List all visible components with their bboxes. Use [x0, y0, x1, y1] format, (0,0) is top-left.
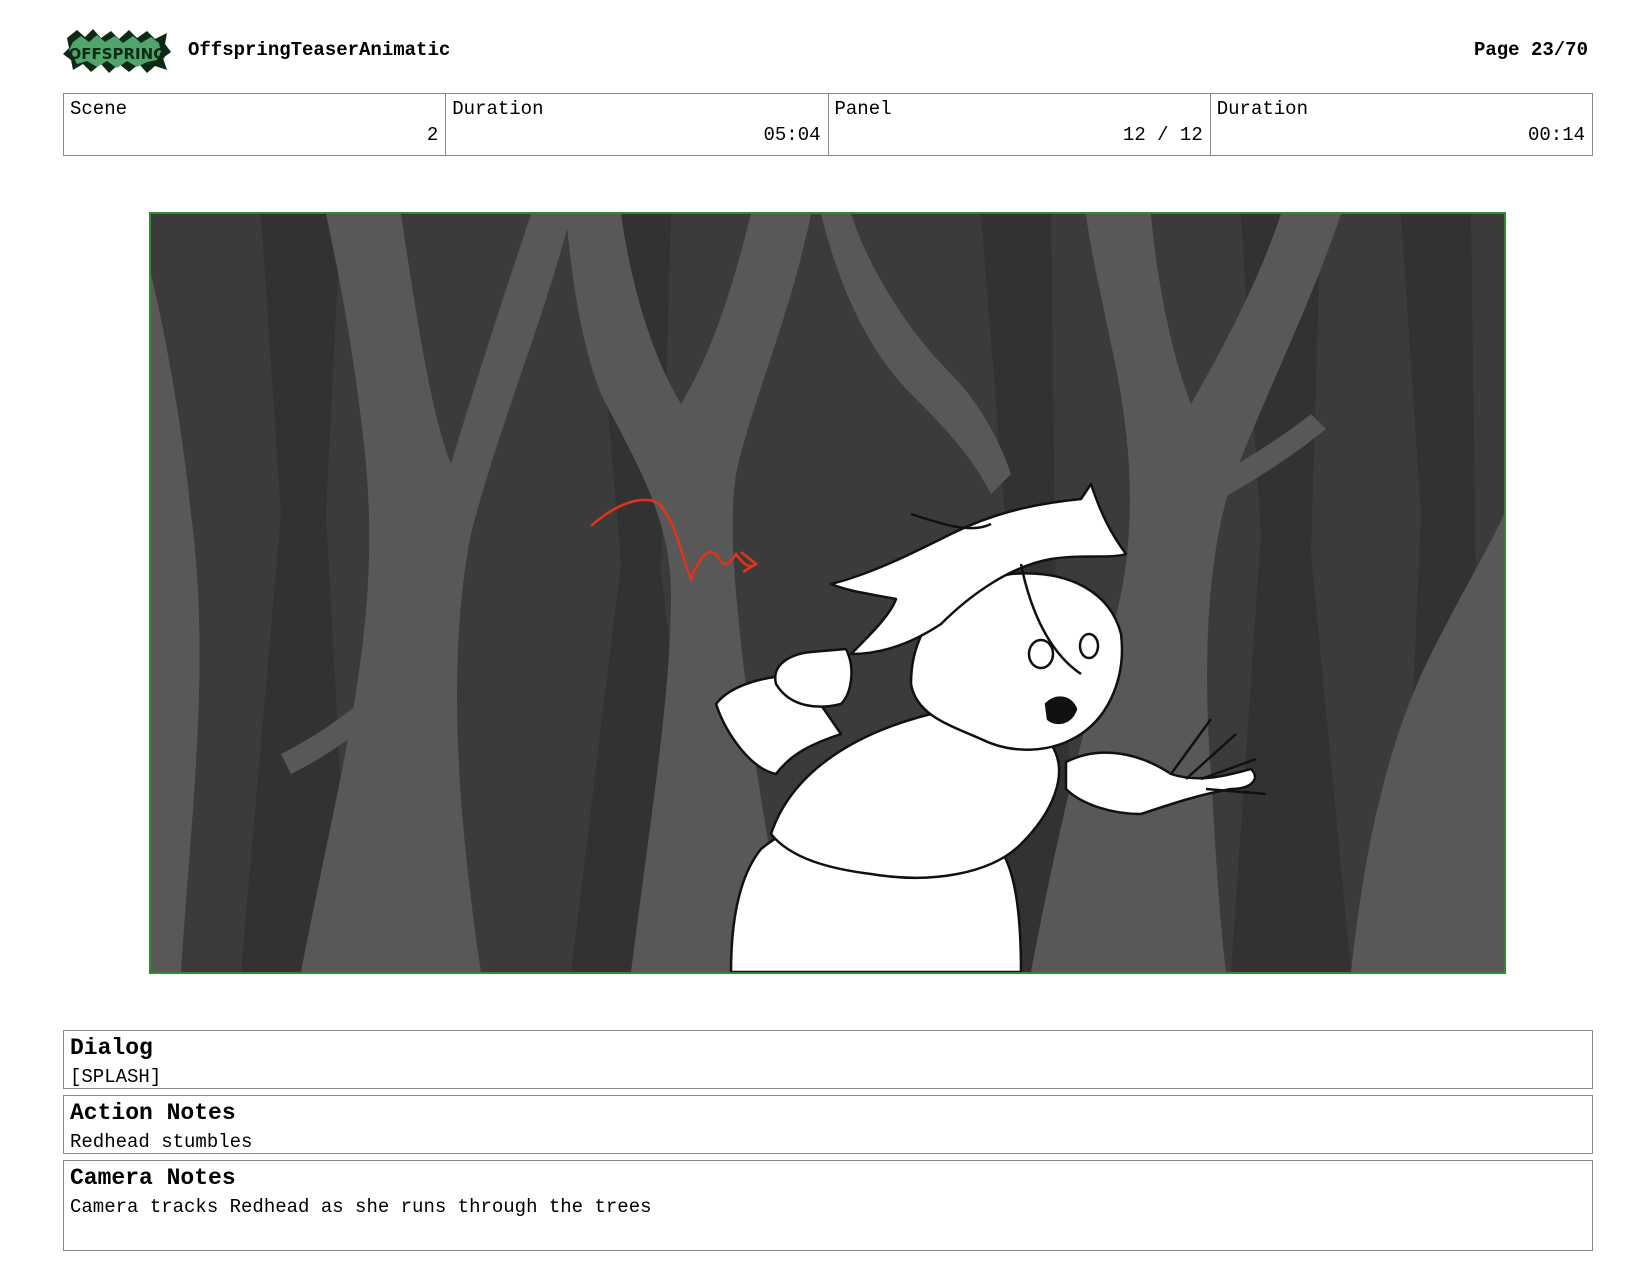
camera-notes-text: Camera tracks Redhead as she runs throug…: [70, 1196, 652, 1218]
panel-duration-value: 00:14: [1527, 124, 1585, 146]
camera-notes-section: Camera Notes Camera tracks Redhead as sh…: [63, 1160, 1593, 1251]
panel-drawing: [151, 214, 1504, 972]
offspring-logo: OFFSPRING: [63, 29, 171, 73]
dialog-section: Dialog [SPLASH]: [63, 1030, 1593, 1089]
scene-value: 2: [426, 124, 439, 146]
action-notes-section: Action Notes Redhead stumbles: [63, 1095, 1593, 1154]
camera-notes-title: Camera Notes: [70, 1165, 236, 1191]
page-header: OFFSPRING OffspringTeaserAnimatic Page 2…: [63, 28, 1588, 74]
panel-value: 12 / 12: [1122, 124, 1203, 146]
scene-duration-label: Duration: [452, 98, 544, 120]
scene-info-table: Scene 2 Duration 05:04 Panel 12 / 12 Dur…: [63, 93, 1593, 156]
dialog-title: Dialog: [70, 1035, 153, 1061]
panel-duration-label: Duration: [1216, 98, 1308, 120]
action-notes-title: Action Notes: [70, 1100, 236, 1126]
scene-label: Scene: [70, 98, 128, 120]
scene-duration-cell: Duration 05:04: [446, 94, 829, 155]
storyboard-panel: [149, 212, 1506, 974]
panel-cell: Panel 12 / 12: [829, 94, 1211, 155]
panel-label: Panel: [834, 98, 892, 120]
scene-cell: Scene 2: [64, 94, 447, 155]
action-notes-text: Redhead stumbles: [70, 1131, 253, 1153]
page-number: Page 23/70: [1473, 39, 1588, 61]
panel-duration-cell: Duration 00:14: [1211, 94, 1592, 155]
dialog-text: [SPLASH]: [70, 1066, 162, 1088]
logo-wordmark: OFFSPRING: [68, 45, 165, 63]
project-title: OffspringTeaserAnimatic: [188, 39, 451, 61]
scene-duration-value: 05:04: [763, 124, 821, 146]
